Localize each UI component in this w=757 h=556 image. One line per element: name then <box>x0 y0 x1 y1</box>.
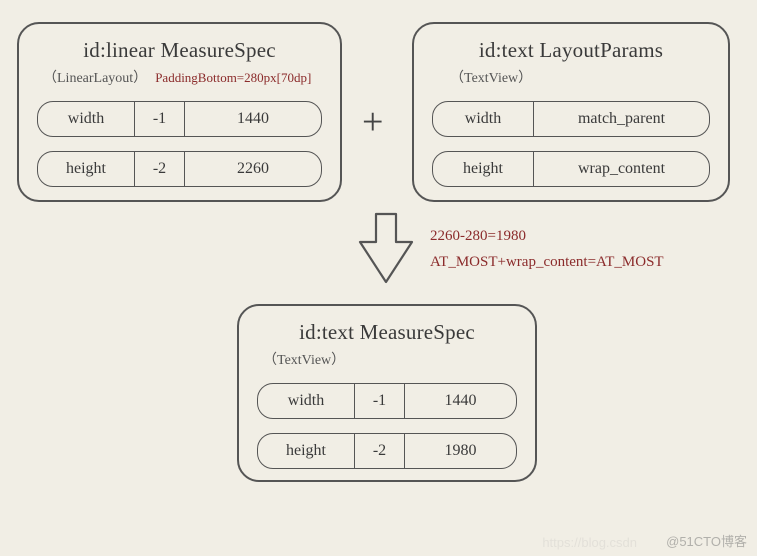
box-linear-measurespec: id:linear MeasureSpec （LinearLayout） Pad… <box>17 22 342 202</box>
box-linear-title: id:linear MeasureSpec <box>37 38 322 63</box>
calc-annotation: 2260-280=1980 AT_MOST+wrap_content=AT_MO… <box>430 224 664 275</box>
padding-bottom-note: PaddingBottom=280px[70dp] <box>155 70 311 86</box>
box-params-title: id:text LayoutParams <box>432 38 710 63</box>
plus-icon: + <box>362 100 383 144</box>
row-label: height <box>258 434 354 468</box>
row-mode: -2 <box>354 434 404 468</box>
box-linear-subtitle: （LinearLayout） <box>43 67 147 87</box>
row-label: width <box>433 102 533 136</box>
linear-width-row: width -1 1440 <box>37 101 322 137</box>
row-mode: -2 <box>134 152 184 186</box>
result-height-row: height -2 1980 <box>257 433 517 469</box>
row-mode: -1 <box>354 384 404 418</box>
watermark-faint: https://blog.csdn <box>542 535 637 550</box>
box-result-title: id:text MeasureSpec <box>257 320 517 345</box>
row-label: height <box>433 152 533 186</box>
annot-line1: 2260-280=1980 <box>430 224 664 250</box>
params-height-row: height wrap_content <box>432 151 710 187</box>
row-value: match_parent <box>533 102 709 136</box>
row-label: width <box>38 102 134 136</box>
box-text-measurespec: id:text MeasureSpec （TextView） width -1 … <box>237 304 537 482</box>
down-arrow-icon <box>356 212 416 295</box>
box-result-subtitle: （TextView） <box>263 349 517 369</box>
box-params-subtitle: （TextView） <box>450 67 710 87</box>
params-width-row: width match_parent <box>432 101 710 137</box>
row-value: 1440 <box>184 102 321 136</box>
box-text-layoutparams: id:text LayoutParams （TextView） width ma… <box>412 22 730 202</box>
result-width-row: width -1 1440 <box>257 383 517 419</box>
row-value: wrap_content <box>533 152 709 186</box>
linear-height-row: height -2 2260 <box>37 151 322 187</box>
row-value: 1980 <box>404 434 516 468</box>
row-label: width <box>258 384 354 418</box>
row-mode: -1 <box>134 102 184 136</box>
row-label: height <box>38 152 134 186</box>
annot-line2: AT_MOST+wrap_content=AT_MOST <box>430 250 664 276</box>
row-value: 1440 <box>404 384 516 418</box>
row-value: 2260 <box>184 152 321 186</box>
watermark: @51CTO博客 <box>666 531 747 550</box>
